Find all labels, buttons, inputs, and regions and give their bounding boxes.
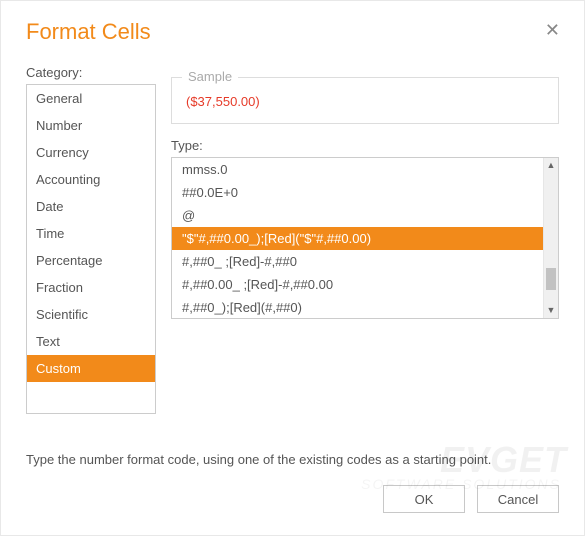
category-item-time[interactable]: Time [27, 220, 155, 247]
category-item-scientific[interactable]: Scientific [27, 301, 155, 328]
category-item-accounting[interactable]: Accounting [27, 166, 155, 193]
category-panel: Category: General Number Currency Accoun… [26, 65, 156, 438]
type-item[interactable]: mmss.0 [172, 158, 543, 181]
cancel-button[interactable]: Cancel [477, 485, 559, 513]
type-item[interactable]: #,##0.00_ ;[Red]-#,##0.00 [172, 273, 543, 296]
category-item-general[interactable]: General [27, 85, 155, 112]
settings-panel: Sample ($37,550.00) Type: mmss.0 ##0.0E+… [171, 65, 559, 438]
category-item-currency[interactable]: Currency [27, 139, 155, 166]
type-item[interactable]: ##0.0E+0 [172, 181, 543, 204]
category-item-custom[interactable]: Custom [27, 355, 155, 382]
category-item-fraction[interactable]: Fraction [27, 274, 155, 301]
type-item[interactable]: #,##0_);[Red](#,##0) [172, 296, 543, 318]
scrollbar[interactable]: ▲ ▼ [543, 158, 558, 318]
type-item[interactable]: @ [172, 204, 543, 227]
type-list-container: mmss.0 ##0.0E+0 @ "$"#,##0.00_);[Red]("$… [171, 157, 559, 319]
ok-button[interactable]: OK [383, 485, 465, 513]
type-label: Type: [171, 138, 559, 153]
dialog-content: Category: General Number Currency Accoun… [1, 55, 584, 438]
sample-box: Sample ($37,550.00) [171, 77, 559, 124]
dialog-footer: OK Cancel [1, 467, 584, 535]
category-item-number[interactable]: Number [27, 112, 155, 139]
scroll-thumb[interactable] [546, 268, 556, 290]
type-item[interactable]: #,##0_ ;[Red]-#,##0 [172, 250, 543, 273]
category-item-percentage[interactable]: Percentage [27, 247, 155, 274]
type-list[interactable]: mmss.0 ##0.0E+0 @ "$"#,##0.00_);[Red]("$… [172, 158, 543, 318]
hint-text: Type the number format code, using one o… [1, 438, 584, 467]
category-item-text[interactable]: Text [27, 328, 155, 355]
format-cells-dialog: Format Cells ✕ Category: General Number … [0, 0, 585, 536]
sample-value: ($37,550.00) [186, 94, 544, 109]
dialog-title: Format Cells [26, 19, 151, 45]
category-list[interactable]: General Number Currency Accounting Date … [26, 84, 156, 414]
type-item[interactable]: "$"#,##0.00_);[Red]("$"#,##0.00) [172, 227, 543, 250]
scroll-up-icon[interactable]: ▲ [544, 158, 558, 173]
category-label: Category: [26, 65, 156, 80]
title-bar: Format Cells ✕ [1, 1, 584, 55]
close-icon[interactable]: ✕ [541, 19, 564, 41]
sample-legend: Sample [182, 69, 238, 84]
scroll-down-icon[interactable]: ▼ [544, 303, 558, 318]
category-item-date[interactable]: Date [27, 193, 155, 220]
